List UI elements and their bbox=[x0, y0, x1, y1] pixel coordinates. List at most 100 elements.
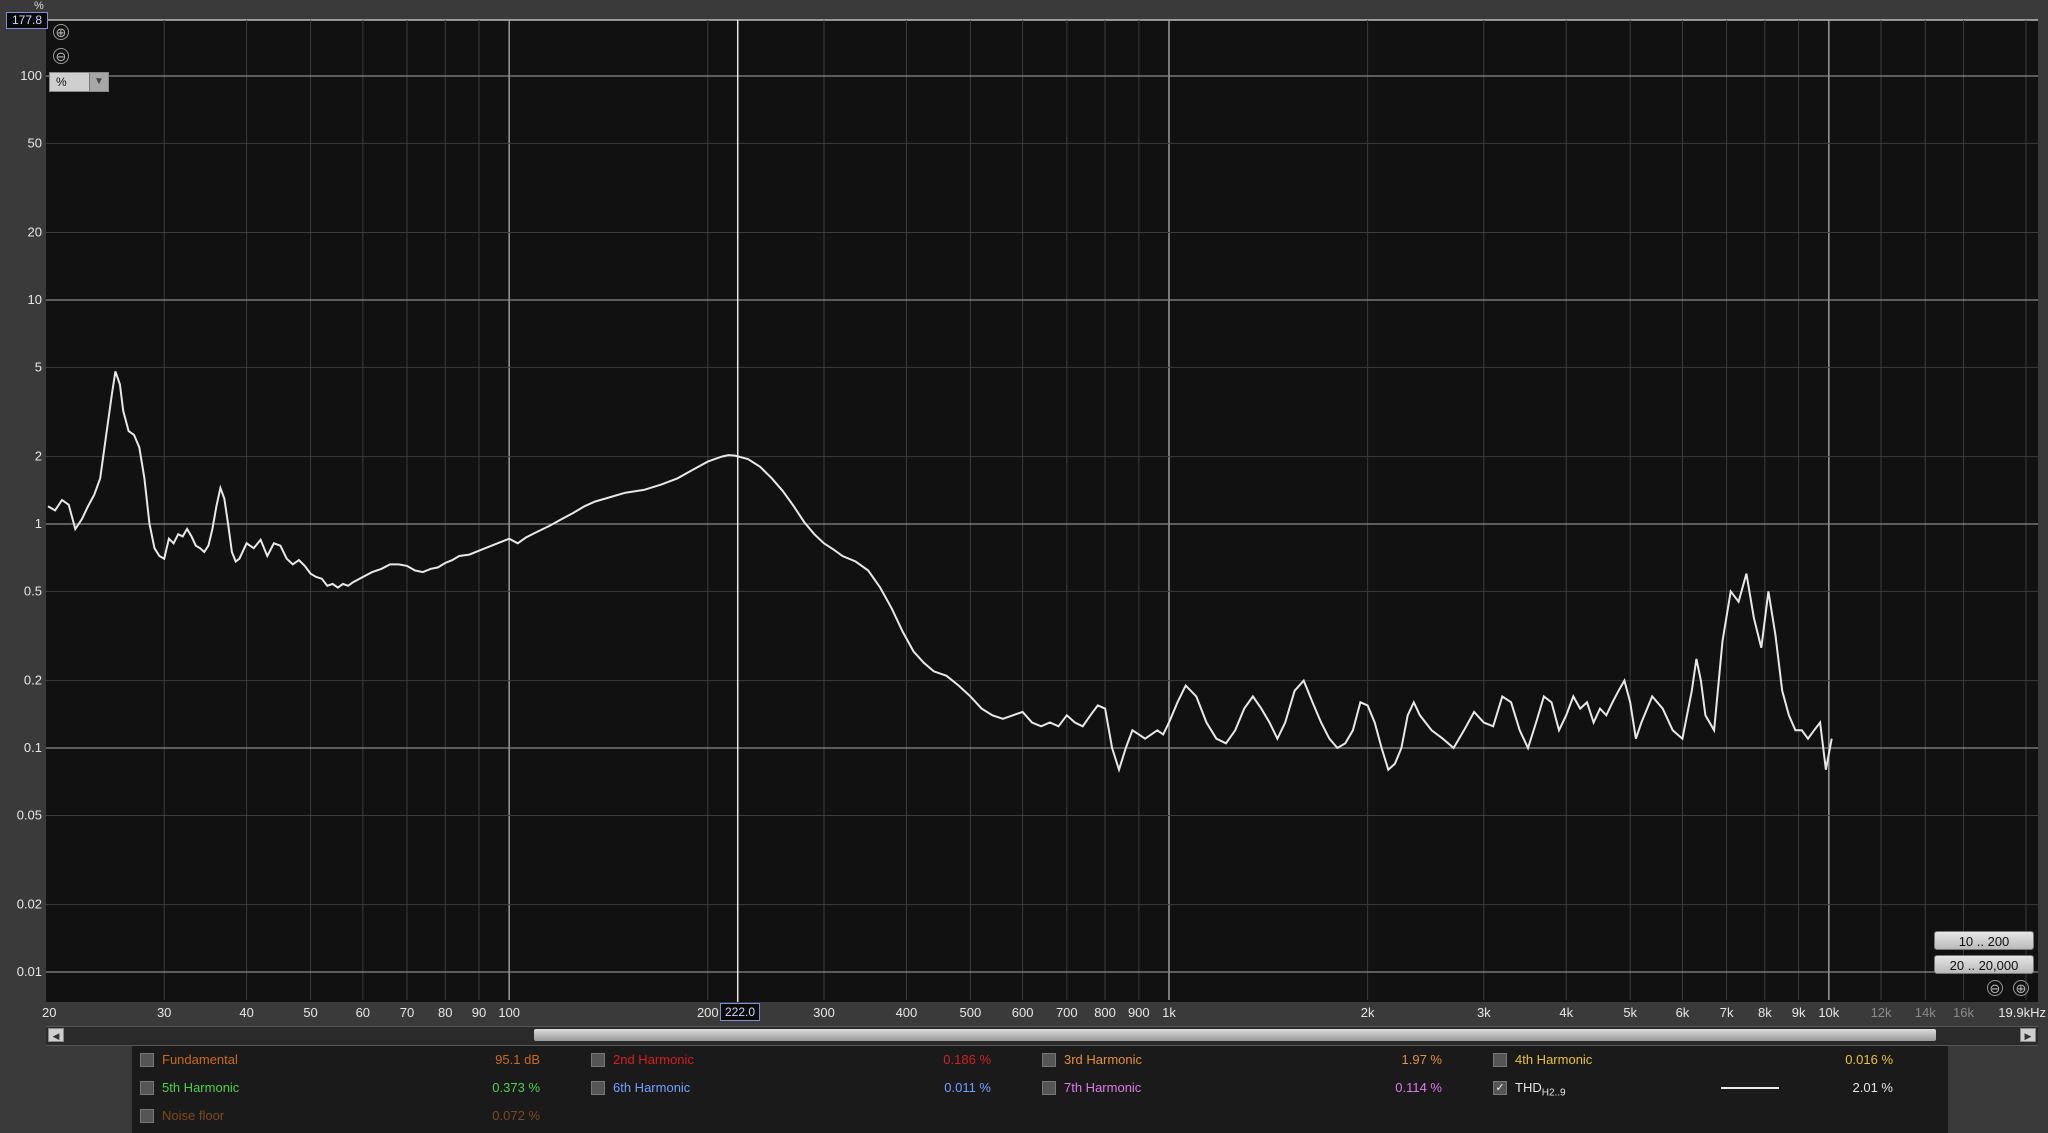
x-tick-label: 400 bbox=[896, 1005, 918, 1020]
range-10-200-button[interactable]: 10 .. 200 bbox=[1934, 931, 2034, 950]
x-tick-label: 16k bbox=[1953, 1005, 1974, 1020]
y-tick-label: 0.2 bbox=[24, 673, 42, 688]
checkbox[interactable] bbox=[1042, 1053, 1056, 1067]
unit-select-value: % bbox=[56, 75, 67, 89]
x-tick-label: 10k bbox=[1818, 1005, 1839, 1020]
range-20-20000-button[interactable]: 20 .. 20,000 bbox=[1934, 955, 2034, 974]
x-tick-label: 20 bbox=[42, 1005, 56, 1020]
legend-item-h3[interactable]: 3rd Harmonic 1.97 % bbox=[1042, 1050, 1442, 1070]
x-tick-label: 19.9kHz bbox=[1998, 1005, 2046, 1020]
legend-value: 0.072 % bbox=[492, 1108, 540, 1123]
x-tick-label: 9k bbox=[1792, 1005, 1806, 1020]
x-tick-label: 40 bbox=[239, 1005, 253, 1020]
x-tick-label: 500 bbox=[960, 1005, 982, 1020]
x-tick-label: 80 bbox=[438, 1005, 452, 1020]
y-max-input[interactable]: 177.8 bbox=[6, 12, 48, 29]
x-tick-label: 7k bbox=[1720, 1005, 1734, 1020]
x-tick-label: 2k bbox=[1361, 1005, 1375, 1020]
legend-label: 5th Harmonic bbox=[162, 1080, 240, 1095]
legend-value: 95.1 dB bbox=[495, 1052, 540, 1067]
legend-label: 2nd Harmonic bbox=[613, 1052, 694, 1067]
y-tick-label: 0.05 bbox=[17, 807, 42, 822]
legend-item-h6[interactable]: 6th Harmonic 0.011 % bbox=[591, 1078, 991, 1098]
y-tick-label: 50 bbox=[28, 135, 42, 150]
legend-line-swatch bbox=[1721, 1087, 1779, 1089]
legend-value: 2.01 % bbox=[1852, 1080, 1893, 1095]
checkbox[interactable] bbox=[1493, 1053, 1507, 1067]
x-tick-label: 50 bbox=[303, 1005, 317, 1020]
x-tick-label: 70 bbox=[400, 1005, 414, 1020]
zoom-in-icon[interactable]: ⊕ bbox=[53, 24, 69, 40]
legend-item-h4[interactable]: 4th Harmonic 0.016 % bbox=[1493, 1050, 1893, 1070]
checkbox[interactable] bbox=[591, 1081, 605, 1095]
x-tick-label: 700 bbox=[1056, 1005, 1078, 1020]
legend-value: 0.373 % bbox=[492, 1080, 540, 1095]
unit-select[interactable]: % ▼ bbox=[49, 72, 109, 92]
triangle-left-icon[interactable]: ◀ bbox=[48, 1028, 64, 1042]
y-tick-label: 0.1 bbox=[24, 740, 42, 755]
legend-value: 0.186 % bbox=[943, 1052, 991, 1067]
thd-plot[interactable]: 100 50 20 10 5 2 1 0.5 0.2 0.1 0.05 0.02 0.01 20 30 40 5… bbox=[0, 0, 2048, 1133]
checkbox[interactable] bbox=[140, 1053, 154, 1067]
zoom-out-icon[interactable]: ⊖ bbox=[53, 48, 69, 64]
chevron-down-icon: ▼ bbox=[89, 73, 108, 91]
x-tick-label: 90 bbox=[472, 1005, 486, 1020]
plot-background bbox=[46, 20, 2038, 1002]
checkbox[interactable] bbox=[1042, 1081, 1056, 1095]
x-tick-label: 200 bbox=[697, 1005, 719, 1020]
y-tick-label: 100 bbox=[20, 68, 42, 83]
legend-label: 6th Harmonic bbox=[613, 1080, 691, 1095]
legend-label: Noise floor bbox=[162, 1108, 225, 1123]
legend-label: 7th Harmonic bbox=[1064, 1080, 1142, 1095]
legend-item-thd[interactable]: ✓ THDH2..9 2.01 % bbox=[1493, 1078, 1893, 1099]
y-tick-label: 5 bbox=[35, 359, 42, 374]
x-tick-label: 800 bbox=[1094, 1005, 1116, 1020]
x-tick-label: 4k bbox=[1559, 1005, 1573, 1020]
legend-item-h5[interactable]: 5th Harmonic 0.373 % bbox=[140, 1078, 540, 1098]
x-tick-label: 8k bbox=[1758, 1005, 1772, 1020]
legend-item-noise[interactable]: Noise floor 0.072 % bbox=[140, 1106, 540, 1126]
y-tick-label: 1 bbox=[35, 516, 42, 531]
cursor-frequency-readout[interactable]: 222.0 bbox=[720, 1003, 760, 1021]
legend-label: THDH2..9 bbox=[1515, 1080, 1566, 1099]
legend-item-h2[interactable]: 2nd Harmonic 0.186 % bbox=[591, 1050, 991, 1070]
checkbox[interactable] bbox=[140, 1081, 154, 1095]
x-tick-label: 14k bbox=[1915, 1005, 1936, 1020]
legend-label: 3rd Harmonic bbox=[1064, 1052, 1143, 1067]
x-tick-label: 3k bbox=[1477, 1005, 1491, 1020]
check-icon[interactable]: ✓ bbox=[1493, 1081, 1507, 1095]
x-zoom-in-icon[interactable]: ⊕ bbox=[2013, 980, 2029, 996]
y-unit-label: % bbox=[34, 0, 44, 12]
checkbox[interactable] bbox=[591, 1053, 605, 1067]
legend-label: Fundamental bbox=[162, 1052, 238, 1067]
x-tick-label: 5k bbox=[1623, 1005, 1637, 1020]
legend-value: 0.114 % bbox=[1395, 1080, 1442, 1095]
x-tick-label: 1k bbox=[1162, 1005, 1176, 1020]
legend-panel: Fundamental 95.1 dB 2nd Harmonic 0.186 % 3rd… bbox=[132, 1046, 1948, 1133]
x-tick-label: 600 bbox=[1012, 1005, 1034, 1020]
x-tick-label: 900 bbox=[1128, 1005, 1150, 1020]
legend-item-fundamental[interactable]: Fundamental 95.1 dB bbox=[140, 1050, 540, 1070]
y-tick-label: 0.02 bbox=[17, 897, 42, 912]
scrollbar-thumb[interactable] bbox=[534, 1029, 1936, 1041]
triangle-right-icon[interactable]: ▶ bbox=[2020, 1028, 2036, 1042]
x-tick-label: 12k bbox=[1871, 1005, 1892, 1020]
y-tick-label: 0.01 bbox=[17, 964, 42, 979]
x-zoom-out-icon[interactable]: ⊖ bbox=[1987, 980, 2003, 996]
y-tick-label: 2 bbox=[35, 449, 42, 464]
x-tick-label: 30 bbox=[157, 1005, 171, 1020]
y-tick-label: 10 bbox=[28, 292, 42, 307]
legend-value: 0.016 % bbox=[1845, 1052, 1893, 1067]
checkbox[interactable] bbox=[140, 1109, 154, 1123]
y-tick-label: 0.5 bbox=[24, 583, 42, 598]
legend-value: 0.011 % bbox=[944, 1080, 991, 1095]
x-tick-label: 100 bbox=[498, 1005, 520, 1020]
legend-value: 1.97 % bbox=[1401, 1052, 1442, 1067]
y-tick-label: 20 bbox=[28, 225, 42, 240]
legend-label: 4th Harmonic bbox=[1515, 1052, 1593, 1067]
x-tick-label: 6k bbox=[1676, 1005, 1690, 1020]
legend-label-subscript: H2..9 bbox=[1541, 1087, 1566, 1099]
legend-item-h7[interactable]: 7th Harmonic 0.114 % bbox=[1042, 1078, 1442, 1098]
x-tick-label: 60 bbox=[356, 1005, 370, 1020]
x-tick-label: 300 bbox=[813, 1005, 835, 1020]
